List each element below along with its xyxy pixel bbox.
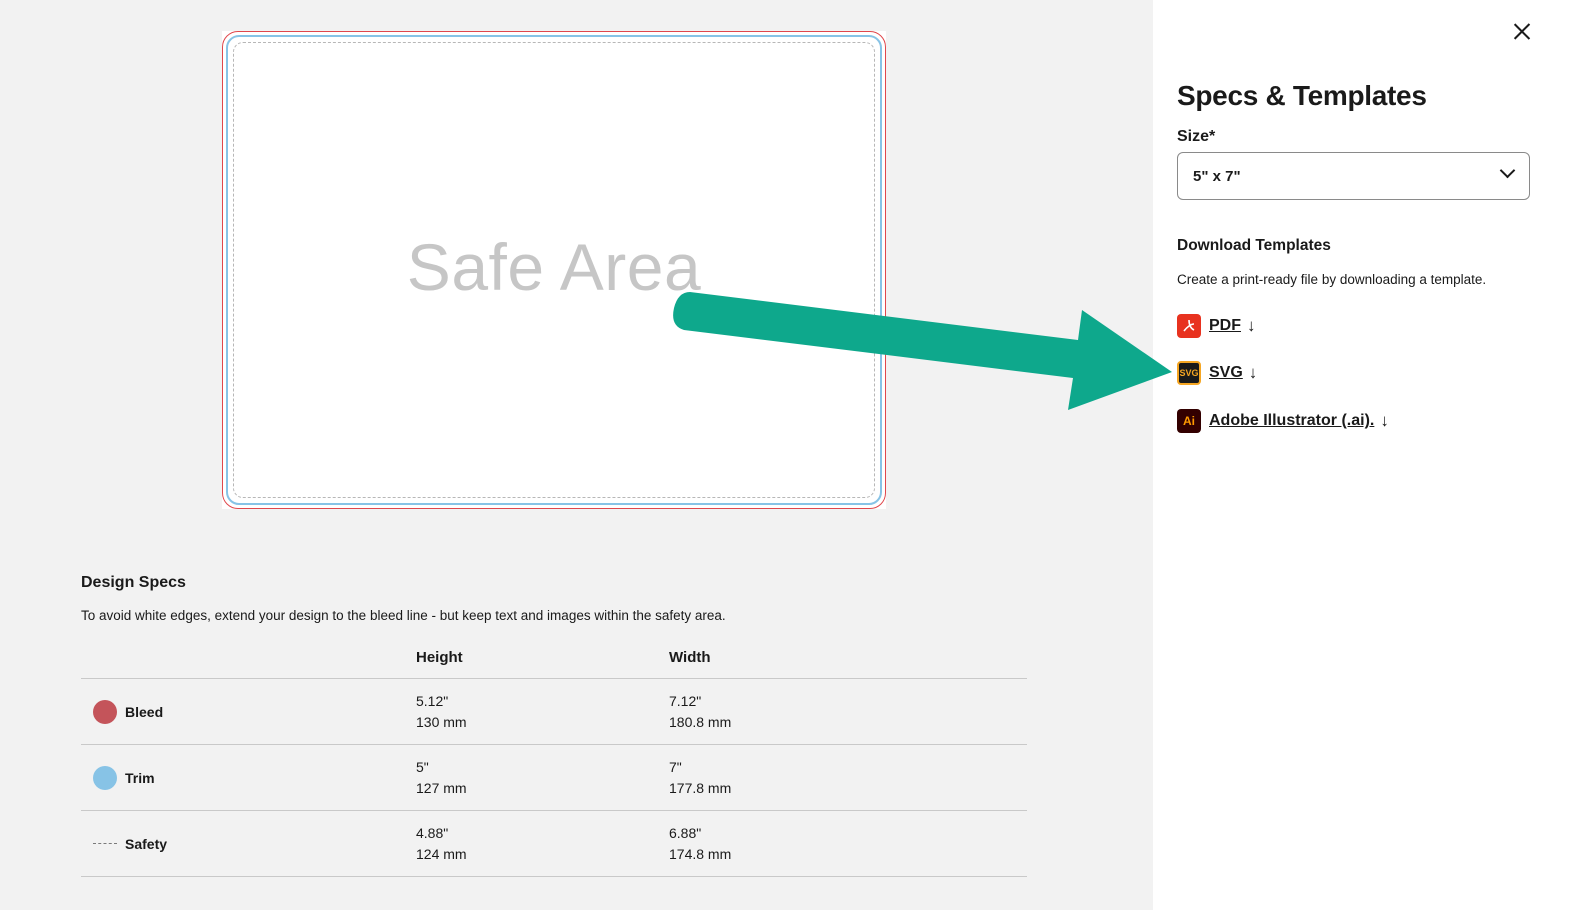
ai-link-label: Adobe Illustrator (.ai). (1209, 412, 1375, 429)
close-icon[interactable] (1511, 20, 1533, 42)
design-specs-description: To avoid white edges, extend your design… (81, 608, 726, 623)
ai-icon: Ai (1177, 409, 1201, 433)
height-header: Height (416, 649, 463, 666)
trim-swatch-icon (93, 765, 117, 790)
design-specs-title: Design Specs (81, 574, 186, 591)
width-header: Width (669, 649, 711, 666)
design-specs-section: Design Specs To avoid white edges, exten… (81, 574, 1027, 877)
download-templates-title: Download Templates (1177, 237, 1331, 254)
pdf-icon (1177, 314, 1201, 338)
template-preview-card: Safe Area (222, 31, 886, 509)
panel-title: Specs & Templates (1177, 80, 1427, 111)
safety-dash-icon (93, 843, 117, 844)
ai-download-link[interactable]: Ai Adobe Illustrator (.ai). ↓ (1177, 409, 1389, 433)
svg-link-label: SVG (1209, 364, 1243, 381)
chevron-down-icon (1499, 162, 1516, 179)
svg-icon: SVG (1177, 361, 1201, 385)
width-mm: 174.8 mm (669, 845, 732, 862)
table-row: Safety 4.88" 124 mm 6.88" 174.8 mm (81, 811, 1027, 877)
width-inches: 7" (669, 758, 682, 775)
safe-area-label: Safe Area (406, 230, 702, 304)
download-arrow-icon: ↓ (1248, 363, 1258, 382)
size-select[interactable]: 5" x 7" (1177, 152, 1530, 200)
height-inches: 5.12" (416, 692, 449, 709)
height-mm: 127 mm (416, 779, 467, 796)
specs-table-header: Height Width (81, 649, 1027, 679)
pdf-download-link[interactable]: PDF ↓ (1177, 314, 1256, 338)
table-row: Trim 5" 127 mm 7" 177.8 mm (81, 745, 1027, 811)
svg-download-link[interactable]: SVG SVG ↓ (1177, 361, 1257, 385)
specs-templates-panel: Specs & Templates Size* 5" x 7" Download… (1153, 0, 1588, 910)
width-inches: 6.88" (669, 824, 702, 841)
size-label: Size* (1177, 128, 1216, 145)
row-label: Bleed (125, 703, 164, 720)
height-inches: 4.88" (416, 824, 449, 841)
size-select-value: 5" x 7" (1193, 167, 1241, 185)
width-mm: 180.8 mm (669, 713, 732, 730)
height-inches: 5" (416, 758, 429, 775)
height-mm: 130 mm (416, 713, 467, 730)
height-mm: 124 mm (416, 845, 467, 862)
download-arrow-icon: ↓ (1380, 411, 1389, 430)
row-label: Trim (125, 769, 155, 786)
width-inches: 7.12" (669, 692, 702, 709)
download-arrow-icon: ↓ (1247, 316, 1256, 335)
download-templates-description: Create a print-ready file by downloading… (1177, 272, 1487, 287)
row-label: Safety (125, 835, 168, 852)
table-row: Bleed 5.12" 130 mm 7.12" 180.8 mm (81, 679, 1027, 745)
pdf-link-label: PDF (1209, 317, 1241, 334)
width-mm: 177.8 mm (669, 779, 732, 796)
preview-area: Safe Area Design Specs To avoid white ed… (0, 0, 1153, 910)
bleed-swatch-icon (93, 699, 117, 724)
